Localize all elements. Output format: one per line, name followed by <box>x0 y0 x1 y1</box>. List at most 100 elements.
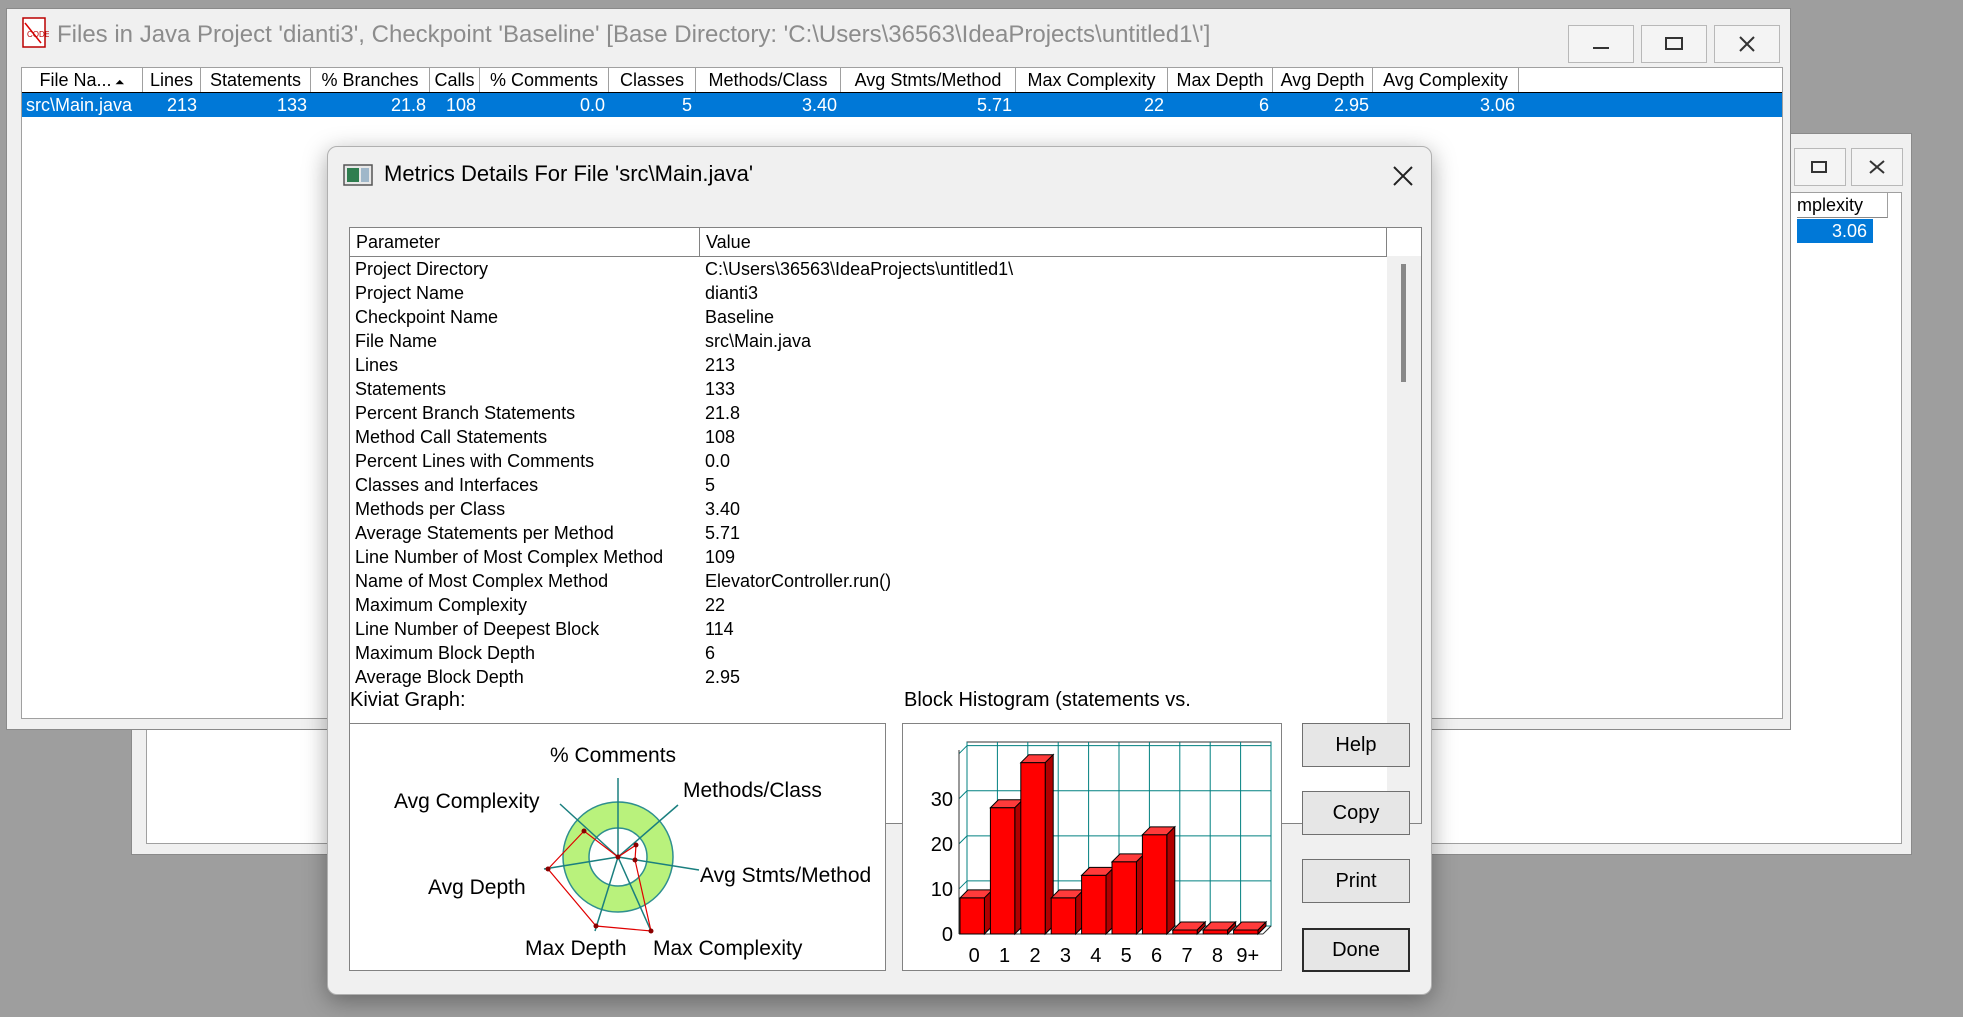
column-header[interactable]: Calls <box>430 68 480 92</box>
parameter-name: Lines <box>355 355 399 375</box>
parameter-name: File Name <box>355 331 438 351</box>
column-header[interactable]: Classes <box>609 68 696 92</box>
column-header[interactable]: % Comments <box>480 68 609 92</box>
parameter-name: Project Directory <box>355 259 489 279</box>
list-item[interactable]: Method Call Statements 108 <box>350 425 1421 449</box>
parameter-name: Project Name <box>355 283 465 303</box>
scrollbar-thumb[interactable] <box>1401 264 1406 382</box>
kiviat-point <box>593 923 599 929</box>
list-item[interactable]: Name of Most Complex Method ElevatorContr… <box>350 569 1421 593</box>
x-tick-label: 3 <box>1060 945 1071 967</box>
maximize-button[interactable] <box>1641 25 1707 63</box>
kiviat-axis-label: Avg Stmts/Method <box>700 864 871 887</box>
column-header[interactable]: Avg Stmts/Method <box>841 68 1016 92</box>
list-item[interactable]: Maximum Block Depth 6 <box>350 641 1421 665</box>
table-cell: src\Main.java <box>26 95 133 115</box>
parameter-name: Maximum Block Depth <box>355 643 536 663</box>
parameter-value: src\Main.java <box>705 331 812 351</box>
done-button[interactable]: Done <box>1302 928 1410 972</box>
list-item[interactable]: Line Number of Most Complex Method 109 <box>350 545 1421 569</box>
histogram-bar <box>989 807 1016 935</box>
parameter-value: ElevatorController.run() <box>705 571 892 591</box>
main-title-bar: CODE Files in Java Project 'dianti3', Ch… <box>7 9 1790 61</box>
back-maximize-button[interactable] <box>1794 148 1846 186</box>
help-button[interactable]: Help <box>1302 723 1410 767</box>
back-close-button[interactable] <box>1851 148 1903 186</box>
x-tick-label: 5 <box>1121 945 1132 967</box>
list-item[interactable]: Percent Branch Statements 21.8 <box>350 401 1421 425</box>
list-item[interactable]: Average Statements per Method 5.71 <box>350 521 1421 545</box>
list-item[interactable]: Checkpoint Name Baseline <box>350 305 1421 329</box>
parameter-name: Average Statements per Method <box>355 523 614 543</box>
column-header[interactable]: Avg Complexity <box>1373 68 1519 92</box>
column-header[interactable]: Max Depth <box>1168 68 1273 92</box>
column-header[interactable]: File Na... ⏶ <box>22 68 143 92</box>
close-icon[interactable] <box>1388 161 1418 191</box>
x-tick-label: 2 <box>1029 945 1040 967</box>
column-header[interactable]: Max Complexity <box>1016 68 1168 92</box>
list-item[interactable]: File Name src\Main.java <box>350 329 1421 353</box>
list-item[interactable]: Percent Lines with Comments 0.0 <box>350 449 1421 473</box>
table-cell: 213 <box>166 95 197 115</box>
histogram-bar <box>1050 897 1077 935</box>
parameter-header[interactable]: Parameter <box>350 228 700 256</box>
table-cell: 22 <box>1143 95 1164 115</box>
metrics-dialog: Metrics Details For File 'src\Main.java'… <box>327 146 1432 995</box>
minimize-button[interactable] <box>1568 25 1634 63</box>
list-item[interactable]: Average Block Depth 2.95 <box>350 665 1421 689</box>
table-cell: 3.40 <box>801 95 837 115</box>
print-button[interactable]: Print <box>1302 859 1410 903</box>
histogram-bar <box>1111 861 1137 935</box>
parameter-name: Methods per Class <box>355 499 506 519</box>
table-cell: 0.0 <box>579 95 605 115</box>
histogram-bar <box>1020 762 1046 935</box>
back-value-partial[interactable]: 3.06 <box>1797 219 1873 243</box>
dialog-app-icon <box>343 164 373 191</box>
y-tick-label: 0 <box>942 924 953 946</box>
parameter-value: 0.0 <box>705 451 731 471</box>
column-header[interactable]: Methods/Class <box>696 68 841 92</box>
table-row[interactable]: src\Main.java 213 133 21.8 108 0.0 5 3.40 5.71 22… <box>22 93 1782 117</box>
table-cell: 133 <box>276 95 307 115</box>
list-item[interactable]: Project Directory C:\Users\36563\IdeaProj… <box>350 257 1421 281</box>
histogram-label: Block Histogram (statements vs. <box>904 689 1191 711</box>
histogram-bar <box>1202 929 1229 935</box>
column-header[interactable]: Lines <box>143 68 201 92</box>
parameter-name: Statements <box>355 379 447 399</box>
copy-button[interactable]: Copy <box>1302 791 1410 835</box>
column-header[interactable]: Avg Depth <box>1273 68 1373 92</box>
x-tick-label: 9+ <box>1236 945 1259 967</box>
histogram-bar <box>1172 929 1198 935</box>
dialog-title: Metrics Details For File 'src\Main.java' <box>384 161 754 186</box>
kiviat-graph: % Comments Methods/Class Avg Stmts/Method M… <box>349 723 886 971</box>
parameter-name: Percent Branch Statements <box>355 403 576 423</box>
parameter-name: Percent Lines with Comments <box>355 451 595 471</box>
histogram-bar <box>1081 874 1107 935</box>
close-button[interactable] <box>1714 25 1780 63</box>
column-header[interactable]: % Branches <box>311 68 430 92</box>
parameter-value: 109 <box>705 547 736 567</box>
table-cell: 5.71 <box>976 95 1012 115</box>
kiviat-point <box>615 854 621 860</box>
list-item[interactable]: Methods per Class 3.40 <box>350 497 1421 521</box>
list-item[interactable]: Statements 133 <box>350 377 1421 401</box>
list-item[interactable]: Project Name dianti3 <box>350 281 1421 305</box>
kiviat-axis-label: Max Depth <box>525 937 627 960</box>
main-window-title: Files in Java Project 'dianti3', Checkpo… <box>57 21 1211 48</box>
parameter-value: 2.95 <box>705 667 741 687</box>
column-header[interactable]: Statements <box>201 68 311 92</box>
code-file-icon: CODE <box>21 16 50 54</box>
kiviat-point <box>581 828 587 834</box>
list-item[interactable]: Lines 213 <box>350 353 1421 377</box>
parameter-value: 108 <box>705 427 736 447</box>
list-item[interactable]: Line Number of Deepest Block 114 <box>350 617 1421 641</box>
x-tick-label: 4 <box>1090 945 1101 967</box>
list-item[interactable]: Classes and Interfaces 5 <box>350 473 1421 497</box>
parameter-name: Classes and Interfaces <box>355 475 539 495</box>
parameter-name: Line Number of Most Complex Method <box>355 547 664 567</box>
parameter-value: 21.8 <box>705 403 741 423</box>
list-item[interactable]: Maximum Complexity 22 <box>350 593 1421 617</box>
parameter-value: 5.71 <box>705 523 741 543</box>
value-header[interactable]: Value <box>700 228 1387 256</box>
x-tick-label: 1 <box>999 945 1010 967</box>
